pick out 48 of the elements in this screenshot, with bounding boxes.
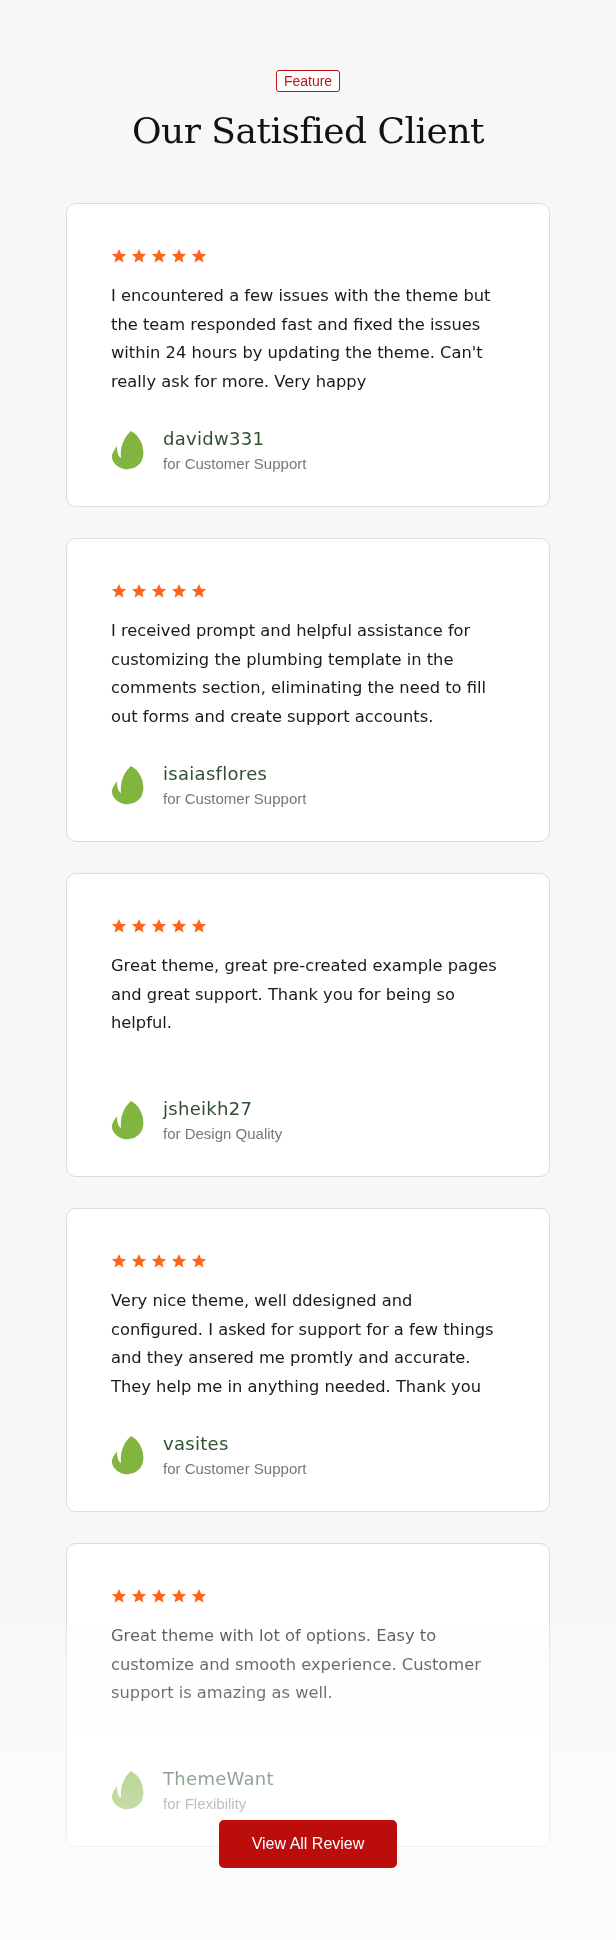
star-icon	[191, 918, 207, 934]
star-icon	[171, 918, 187, 934]
star-icon	[171, 583, 187, 599]
reviewer-name: davidw331	[163, 428, 266, 449]
review-text: I encountered a few issues with the theme but the team responded fast and fixed the issues within 24 hours by updating the theme. Can't really ask for more. Very happy	[111, 285, 492, 393]
review-text: Great theme, great pre-created example pages and great support. Thank you for being so helpful.	[111, 955, 498, 1034]
leaf-icon	[111, 765, 145, 805]
review-category: for Flexibility	[163, 1795, 248, 1812]
leaf-icon	[111, 430, 145, 470]
star-icon	[151, 1588, 167, 1604]
star-icon	[131, 583, 147, 599]
review-text: I received prompt and helpful assistance for customizing the plumbing template in the comments section, eliminating the need to fill out forms and create support accounts.	[111, 620, 488, 728]
leaf-icon	[111, 1435, 145, 1475]
review-category: for Customer Support	[163, 790, 307, 807]
reviewer-name: ThemeWant	[163, 1768, 274, 1789]
star-icon	[131, 1253, 147, 1269]
review-text: Very nice theme, well ddesigned and configured. I asked for support for a few things and they ansered me promtly and accurate. They help me in anything needed. Thank you	[111, 1290, 495, 1398]
star-icon	[151, 918, 167, 934]
section-badge: Feature	[275, 70, 341, 92]
star-icon	[171, 248, 187, 264]
section-title: Our Satisfied Client	[131, 110, 485, 151]
view-all-button[interactable]: View All Review	[219, 1820, 397, 1868]
star-icon	[171, 1588, 187, 1604]
star-icon	[131, 918, 147, 934]
star-icon	[131, 1588, 147, 1604]
star-icon	[131, 248, 147, 264]
star-icon	[151, 1253, 167, 1269]
star-icon	[191, 1253, 207, 1269]
review-category: for Customer Support	[163, 1460, 307, 1477]
star-icon	[111, 918, 127, 934]
star-icon	[111, 248, 127, 264]
star-icon	[111, 1588, 127, 1604]
reviewer-name: isaiasflores	[163, 763, 269, 784]
reviewer-name: jsheikh27	[163, 1098, 254, 1119]
star-icon	[191, 583, 207, 599]
star-icon	[191, 1588, 207, 1604]
star-icon	[171, 1253, 187, 1269]
star-icon	[111, 1253, 127, 1269]
review-text: Great theme with lot of options. Easy to customize and smooth experience. Customer support is amazing as well.	[111, 1625, 482, 1704]
star-icon	[111, 583, 127, 599]
star-icon	[191, 248, 207, 264]
star-icon	[151, 583, 167, 599]
leaf-icon	[111, 1770, 145, 1810]
review-category: for Customer Support	[163, 455, 307, 472]
leaf-icon	[111, 1100, 145, 1140]
star-icon	[151, 248, 167, 264]
review-category: for Design Quality	[163, 1125, 283, 1142]
reviewer-name: vasites	[163, 1433, 230, 1454]
